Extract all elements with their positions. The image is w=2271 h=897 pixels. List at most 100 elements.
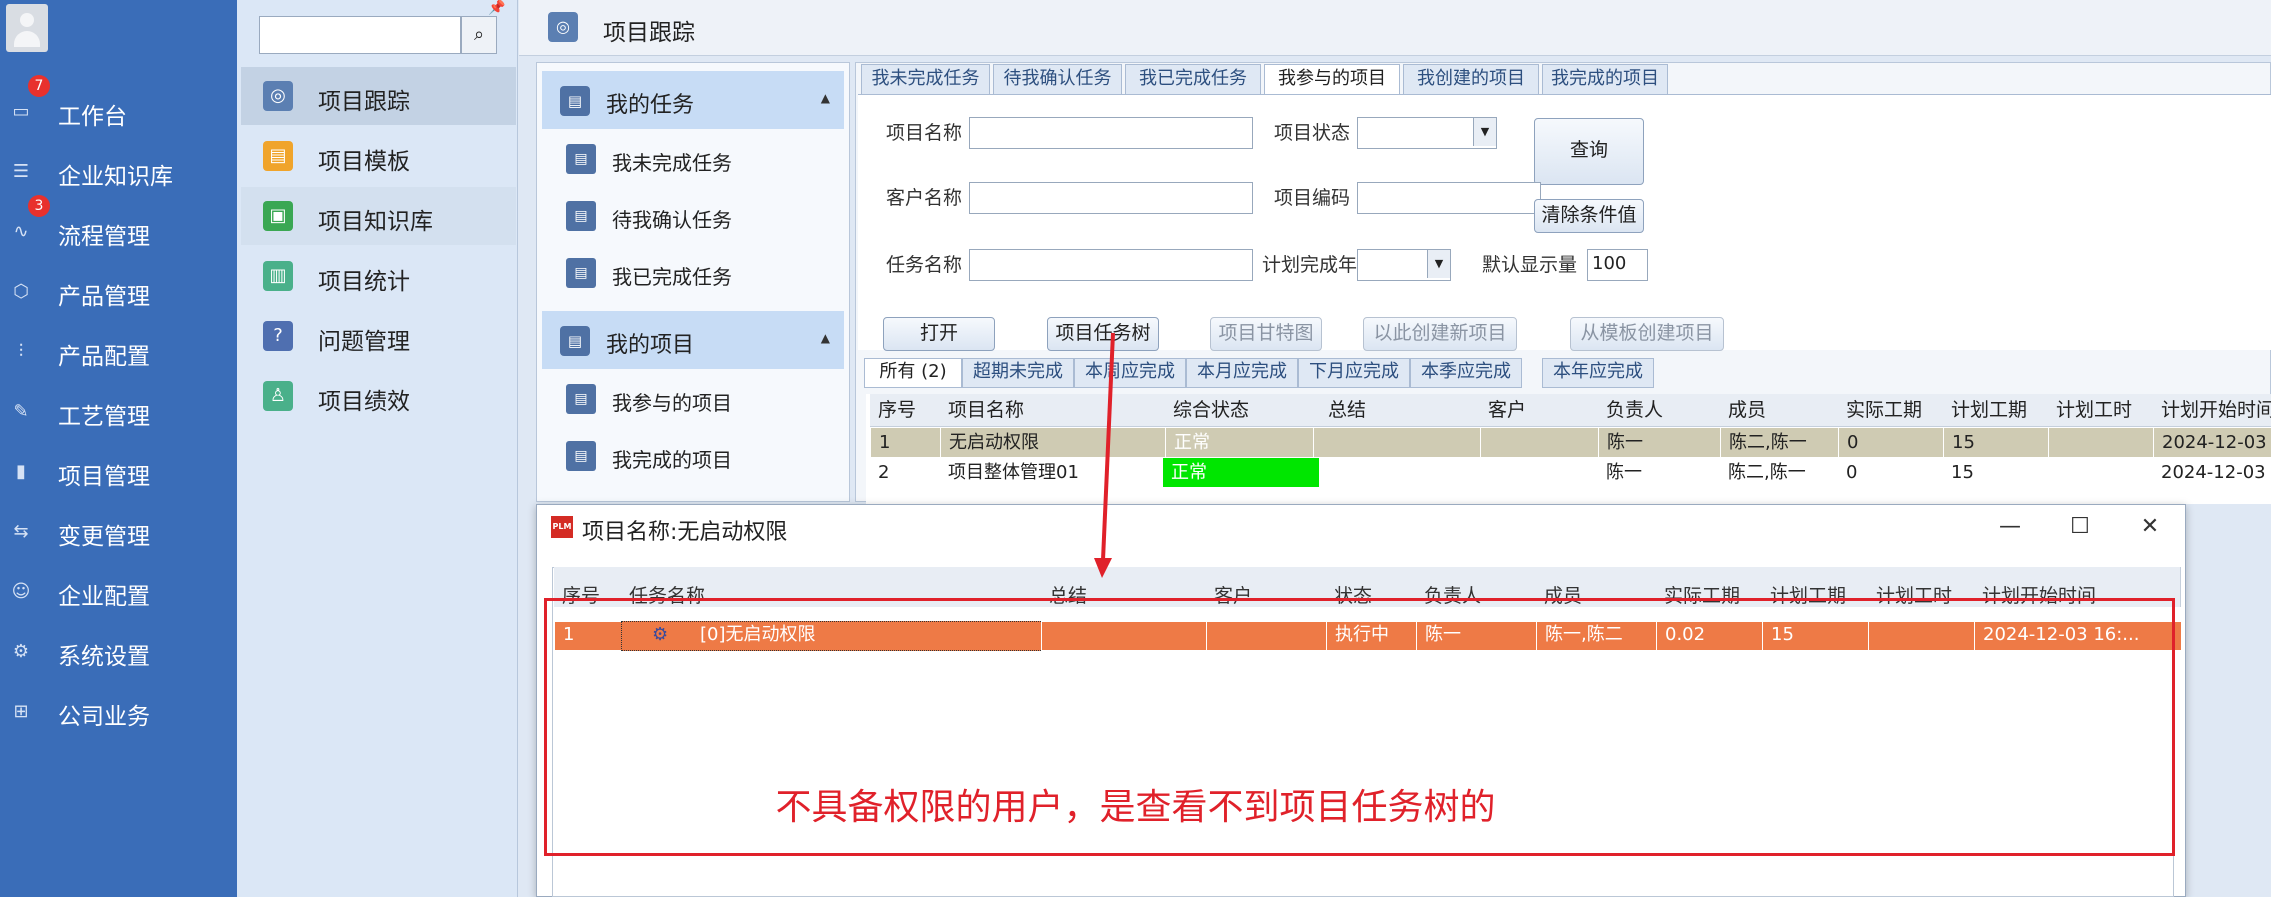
plan-year-select[interactable]: ▼ (1357, 249, 1451, 281)
subtab-this-quarter[interactable]: 本季应完成 (1410, 358, 1522, 388)
sub-nav-item-template[interactable]: ▤ 项目模板 (241, 127, 516, 185)
column-header[interactable]: 负责人 (1598, 394, 1729, 427)
close-icon[interactable]: ✕ (2130, 510, 2170, 546)
column-header[interactable]: 实际工期 (1838, 394, 1952, 427)
pin-icon[interactable]: 📌 (488, 0, 505, 16)
column-header[interactable]: 成员 (1720, 394, 1847, 427)
nav-item-craft[interactable]: ✎ 工艺管理 (0, 383, 237, 439)
column-header[interactable]: 计划开始时间 (2153, 394, 2271, 427)
table-cell[interactable]: 15 (1943, 458, 2056, 487)
table-cell[interactable]: 2024-12-03 (2153, 458, 2271, 487)
search-input[interactable] (259, 16, 461, 54)
tree-item-finished[interactable]: ▤ 我完成的项目 (562, 435, 842, 477)
nav-item-change[interactable]: ⇆ 变更管理 (0, 503, 237, 559)
default-count-input[interactable]: 100 (1587, 249, 1648, 281)
column-header[interactable]: 项目名称 (940, 394, 1174, 427)
table-cell[interactable]: 无启动权限 (940, 427, 1175, 458)
customer-name-input[interactable] (969, 182, 1253, 214)
minimize-icon[interactable]: — (1990, 510, 2030, 546)
table-cell[interactable] (2048, 427, 2163, 458)
tab-participated-projects[interactable]: 我参与的项目 (1264, 64, 1400, 96)
column-header[interactable]: 序号 (870, 394, 949, 427)
task-name-input[interactable] (969, 249, 1253, 281)
query-button[interactable]: 查询 (1534, 118, 1644, 185)
nav-item-enterprise-config[interactable]: ☺ 企业配置 (0, 563, 237, 619)
collapse-icon[interactable]: ▲ (821, 91, 830, 105)
plan-year-label: 计划完成年 (1262, 254, 1358, 276)
table-cell[interactable]: 陈一 (1598, 427, 1730, 458)
status-badge[interactable]: 正常 (1163, 458, 1319, 487)
table-cell[interactable]: 1 (870, 427, 950, 458)
nav-label: 公司业务 (58, 704, 150, 730)
sub-nav-label: 项目知识库 (318, 209, 433, 235)
project-code-input[interactable] (1357, 182, 1541, 214)
avatar[interactable] (6, 4, 48, 52)
tree-item-completed[interactable]: ▤ 我已完成任务 (562, 252, 842, 294)
sub-nav-item-knowledge[interactable]: ▣ 项目知识库 (241, 187, 516, 245)
sub-nav-item-tracking[interactable]: ◎ 项目跟踪 (241, 67, 516, 125)
notification-badge: 3 (28, 195, 50, 217)
table-cell[interactable]: 15 (1943, 427, 2058, 458)
column-header[interactable]: 计划工期 (1943, 394, 2057, 427)
column-header[interactable]: 计划工时 (2048, 394, 2162, 427)
gantt-button[interactable]: 项目甘特图 (1210, 317, 1322, 351)
open-button[interactable]: 打开 (883, 317, 995, 351)
sub-nav-item-issues[interactable]: ? 问题管理 (241, 307, 516, 365)
column-header[interactable]: 总结 (1320, 394, 1489, 427)
table-cell[interactable]: 2 (870, 458, 948, 487)
collapse-icon[interactable]: ▲ (821, 331, 830, 345)
sub-nav-label: 项目模板 (318, 149, 410, 175)
subtab-this-month[interactable]: 本月应完成 (1186, 358, 1298, 388)
status-badge[interactable]: 正常 (1165, 427, 1323, 458)
subtab-this-week[interactable]: 本周应完成 (1074, 358, 1186, 388)
table-cell[interactable]: 0 (1838, 458, 1951, 487)
nav-item-product[interactable]: ⬡ 产品管理 (0, 263, 237, 319)
nav-item-product-config[interactable]: ⫶ 产品配置 (0, 323, 237, 379)
table-cell[interactable]: 0 (1838, 427, 1953, 458)
search-icon[interactable]: ⌕ (461, 16, 497, 54)
sub-nav-item-stats[interactable]: ▥ 项目统计 (241, 247, 516, 305)
tree-item-participated[interactable]: ▤ 我参与的项目 (562, 378, 842, 420)
nav-item-project[interactable]: ▮ 项目管理 (0, 443, 237, 499)
nav-item-knowledge-base[interactable]: ☰ 企业知识库 (0, 143, 237, 199)
tree-group-my-tasks[interactable]: ▤ 我的任务 ▲ (542, 71, 844, 129)
subtab-overdue[interactable]: 超期未完成 (962, 358, 1074, 388)
table-cell[interactable]: 陈二,陈一 (1720, 458, 1846, 487)
table-cell[interactable] (1480, 458, 1606, 487)
tree-group-my-projects[interactable]: ▤ 我的项目 ▲ (542, 311, 844, 369)
nav-item-settings[interactable]: ⚙ 系统设置 (0, 623, 237, 679)
column-header[interactable]: 综合状态 (1165, 394, 1329, 427)
table-cell[interactable]: 2024-12-03 (2153, 427, 2271, 458)
subtab-next-month[interactable]: 下月应完成 (1298, 358, 1410, 388)
nav-item-company-business[interactable]: ⊞ 公司业务 (0, 683, 237, 739)
tab-completed-tasks[interactable]: 我已完成任务 (1125, 64, 1261, 96)
table-cell[interactable] (1313, 427, 1490, 458)
create-new-project-button[interactable]: 以此创建新项目 (1363, 317, 1517, 351)
create-from-template-button[interactable]: 从模板创建项目 (1570, 317, 1724, 351)
tab-finished-projects[interactable]: 我完成的项目 (1542, 64, 1668, 96)
tab-created-projects[interactable]: 我创建的项目 (1403, 64, 1539, 96)
tab-unfinished-tasks[interactable]: 我未完成任务 (861, 64, 990, 96)
nav-item-process[interactable]: ∿ 3 流程管理 (0, 195, 237, 259)
nav-label: 工作台 (58, 104, 127, 130)
task-tree-button[interactable]: 项目任务树 (1047, 317, 1159, 351)
clear-conditions-button[interactable]: 清除条件值 (1534, 199, 1644, 233)
project-name-input[interactable] (969, 117, 1253, 149)
nav-item-workbench[interactable]: ▭ 7 工作台 (0, 75, 237, 139)
subtab-all[interactable]: 所有 (2) (864, 358, 962, 388)
sub-nav-item-performance[interactable]: ♙ 项目绩效 (241, 367, 516, 425)
subtab-this-year[interactable]: 本年应完成 (1542, 358, 1654, 388)
table-cell[interactable]: 陈一 (1598, 458, 1728, 487)
table-cell[interactable] (1313, 458, 1488, 487)
knowledge-icon: ▣ (263, 201, 293, 231)
tree-item-unfinished[interactable]: ▤ 我未完成任务 (562, 138, 842, 180)
column-header[interactable]: 客户 (1480, 394, 1607, 427)
tab-to-confirm-tasks[interactable]: 待我确认任务 (993, 64, 1122, 96)
project-status-select[interactable]: ▼ (1357, 117, 1497, 149)
table-cell[interactable]: 项目整体管理01 (940, 458, 1173, 487)
table-cell[interactable] (2048, 458, 2161, 487)
maximize-icon[interactable]: ☐ (2060, 510, 2100, 546)
table-cell[interactable]: 陈二,陈一 (1720, 427, 1848, 458)
table-cell[interactable] (1480, 427, 1608, 458)
tree-item-to-confirm[interactable]: ▤ 待我确认任务 (562, 195, 842, 237)
